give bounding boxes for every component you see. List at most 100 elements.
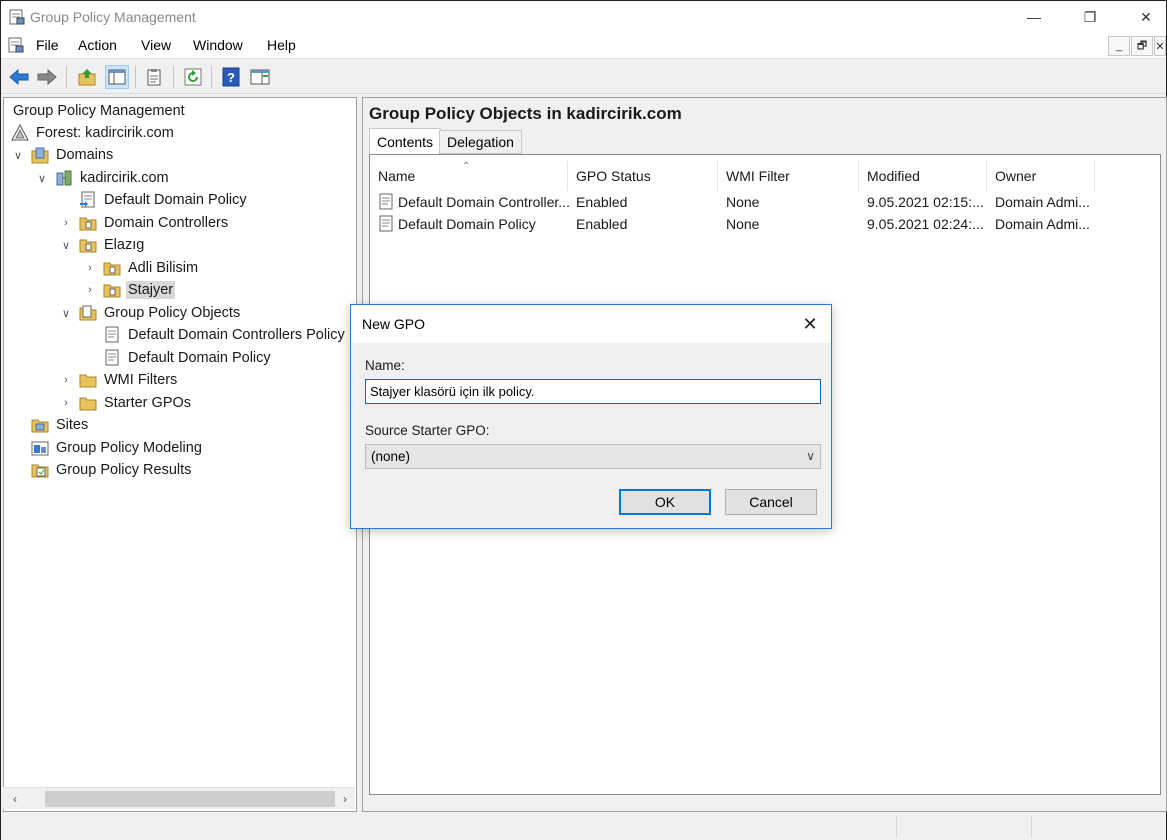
forward-button[interactable] — [35, 65, 59, 89]
chevron-right-icon[interactable]: › — [59, 396, 73, 410]
dialog-close-button[interactable]: ✕ — [797, 311, 823, 337]
tree-node-label: Default Domain Policy — [128, 350, 271, 366]
show-hide-console-tree-icon — [108, 69, 126, 85]
gpo-container-icon — [79, 305, 97, 321]
tree-node-group-policy-objects[interactable]: ∨ Group Policy Objects — [59, 302, 242, 324]
status-divider — [896, 816, 897, 838]
tree-node-elazig[interactable]: ∨ Elazıg — [59, 234, 146, 256]
menu-action[interactable]: Action — [78, 37, 117, 53]
chevron-right-icon[interactable]: › — [59, 373, 73, 387]
back-button[interactable] — [7, 65, 31, 89]
tree-node-gpm-root[interactable]: Group Policy Management — [11, 100, 187, 122]
menu-bar: File Action View Window Help _ 🗗 ✕ — [1, 33, 1166, 59]
modeling-icon — [31, 441, 49, 456]
show-action-pane-button[interactable] — [248, 65, 272, 89]
up-folder-icon — [78, 69, 96, 86]
close-icon: ✕ — [1140, 8, 1152, 25]
tree-node-domain[interactable]: ∨ kadircirik.com — [35, 167, 171, 189]
properties-button[interactable] — [142, 65, 166, 89]
tree-node-sites[interactable]: Sites — [31, 414, 90, 436]
column-header-owner[interactable]: Owner — [987, 161, 1095, 191]
restore-button[interactable]: ❐ — [1067, 1, 1113, 33]
mdi-minimize-button[interactable]: _ — [1108, 36, 1130, 56]
chevron-right-icon[interactable]: › — [83, 261, 97, 275]
tree-node-results[interactable]: Group Policy Results — [31, 459, 193, 481]
domain-icon — [56, 170, 72, 186]
main-window: Group Policy Management — ❐ ✕ File Actio… — [0, 0, 1167, 840]
up-level-button[interactable] — [75, 65, 99, 89]
tree-node-stajyer[interactable]: › Stajyer — [83, 279, 176, 301]
toolbar: ? — [1, 60, 1166, 94]
table-row[interactable]: Default Domain Controller... Enabled Non… — [374, 191, 1154, 213]
gpo-icon — [379, 215, 393, 232]
scrollbar-thumb[interactable] — [45, 791, 335, 807]
menu-file[interactable]: File — [36, 37, 59, 53]
column-header-name[interactable]: ⌃ Name — [370, 161, 568, 191]
tree-node-label: Adli Bilisim — [128, 260, 199, 276]
tree-node-gpo-ddp[interactable]: Default Domain Policy — [103, 347, 273, 369]
gpo-link-icon — [80, 191, 95, 208]
refresh-icon — [184, 68, 202, 86]
close-button[interactable]: ✕ — [1123, 1, 1167, 33]
tree-node-label: Sites — [56, 417, 89, 433]
scroll-right-icon[interactable]: › — [337, 790, 353, 808]
tree-node-label: WMI Filters — [104, 372, 178, 388]
details-title: Group Policy Objects in kadircirik.com — [369, 104, 682, 123]
table-row[interactable]: Default Domain Policy Enabled None 9.05.… — [374, 213, 1154, 235]
column-header-gpo-status[interactable]: GPO Status — [568, 161, 718, 191]
column-label: GPO Status — [576, 168, 651, 184]
console-tree[interactable]: Group Policy Management Forest: kadircir… — [3, 97, 357, 812]
cancel-button[interactable]: Cancel — [725, 489, 817, 515]
chevron-down-icon[interactable]: ∨ — [35, 171, 49, 185]
select-value: (none) — [371, 449, 411, 464]
show-hide-tree-button[interactable] — [105, 65, 129, 89]
cell-gpo-status: Enabled — [576, 216, 628, 232]
chevron-right-icon[interactable]: › — [83, 283, 97, 297]
cell-owner: Domain Admi... — [995, 216, 1090, 232]
ou-folder-icon — [79, 239, 97, 253]
menu-window[interactable]: Window — [193, 37, 243, 53]
tab-contents[interactable]: Contents — [369, 128, 442, 155]
tree-node-label: Group Policy Modeling — [56, 440, 202, 456]
tree-node-starter-gpos[interactable]: › Starter GPOs — [59, 392, 193, 414]
tree-node-default-domain-policy-link[interactable]: Default Domain Policy — [79, 189, 249, 211]
refresh-button[interactable] — [181, 65, 205, 89]
cell-name: Default Domain Policy — [398, 216, 536, 232]
gpo-name-input[interactable] — [365, 379, 821, 404]
tree-node-gpo-ddcp[interactable]: Default Domain Controllers Policy — [103, 324, 347, 346]
tree-node-forest[interactable]: Forest: kadircirik.com — [11, 122, 176, 144]
dialog-title: New GPO — [362, 316, 426, 332]
chevron-down-icon[interactable]: ∨ — [59, 306, 73, 320]
column-header-wmi-filter[interactable]: WMI Filter — [718, 161, 859, 191]
tree-node-domain-controllers[interactable]: › Domain Controllers — [59, 212, 230, 234]
title-bar: Group Policy Management — ❐ ✕ — [1, 1, 1166, 33]
source-starter-gpo-select[interactable]: (none) ∨ — [365, 444, 821, 469]
ok-button[interactable]: OK — [619, 489, 711, 515]
tree-node-label: Default Domain Policy — [104, 192, 247, 208]
chevron-right-icon[interactable]: › — [59, 216, 73, 230]
scroll-left-icon[interactable]: ‹ — [7, 790, 23, 808]
tree-node-adli-bilisim[interactable]: › Adli Bilisim — [83, 257, 200, 279]
column-label: Name — [378, 168, 416, 184]
chevron-down-icon[interactable]: ∨ — [11, 148, 25, 162]
column-header-modified[interactable]: Modified — [859, 161, 987, 191]
menu-view[interactable]: View — [141, 37, 171, 53]
help-button[interactable]: ? — [219, 65, 243, 89]
chevron-down-icon: ∨ — [806, 449, 815, 463]
tree-horizontal-scrollbar[interactable]: ‹ › — [3, 787, 355, 809]
system-menu-icon[interactable] — [7, 36, 25, 54]
tree-node-domains[interactable]: ∨ Domains — [11, 144, 115, 166]
tree-node-label: Domain Controllers — [104, 215, 229, 231]
tab-delegation[interactable]: Delegation — [439, 130, 522, 154]
tree-node-wmi-filters[interactable]: › WMI Filters — [59, 369, 179, 391]
tree-node-label: Group Policy Management — [13, 103, 185, 119]
mdi-close-button[interactable]: ✕ — [1154, 36, 1166, 56]
gpmc-app-icon — [9, 9, 25, 25]
tree-node-modeling[interactable]: Group Policy Modeling — [31, 437, 204, 459]
mdi-restore-button[interactable]: 🗗 — [1131, 36, 1153, 56]
chevron-down-icon[interactable]: ∨ — [59, 238, 73, 252]
menu-help[interactable]: Help — [267, 37, 296, 53]
cell-modified: 9.05.2021 02:24:... — [867, 216, 984, 232]
folder-icon — [79, 397, 97, 411]
minimize-button[interactable]: — — [1011, 1, 1057, 33]
